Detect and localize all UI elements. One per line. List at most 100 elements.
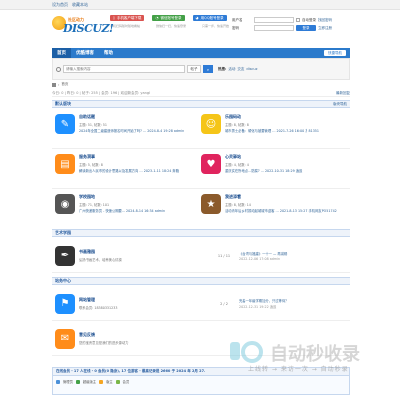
category-title: 艺术学园: [55, 230, 71, 235]
forum-name[interactable]: 意见反馈: [79, 332, 209, 338]
username-label: 用户名: [232, 17, 243, 22]
forum-item[interactable]: ☺ 乐园码动 主题: 8, 帖数: 8 城市男士必备：硬化与被要管理 … 202…: [198, 110, 343, 148]
search-button[interactable]: ⌕: [203, 65, 213, 73]
online-members-panel: 在线会员 - 17 人在线 - 0 会员(0 隐身), 17 位游客 - 最高记…: [52, 367, 350, 395]
forum-stats: 今日: 0 | 昨日: 0 | 帖子: 255 | 会员: 196 | 欢迎新会…: [52, 91, 350, 97]
breadcrumb-home[interactable]: 首页: [61, 82, 68, 87]
forum-item[interactable]: ▤ 服务洞事 主题: 5, 帖数: 8 解读新出人民币的设计思路以及发展方向 ……: [52, 150, 197, 188]
forum-counts: 主题: 5, 帖数: 8: [79, 162, 103, 167]
wechat-icon: ◔: [155, 16, 159, 20]
forum-counts: 主题: 8, 帖数: 14: [225, 202, 251, 207]
legend-label: 版主: [106, 380, 113, 384]
logo-wordmark: DISCUZ!: [63, 22, 114, 35]
hot-word-link[interactable]: discuz: [246, 67, 257, 71]
forum-last-title[interactable]: 《台湾与福建》一十一 — 再减辑: [239, 251, 287, 256]
forum-last-post[interactable]: 活动青年后乡村振动起城城市迎客 … 2021-8-13 15:27 手机网友PO…: [225, 208, 337, 213]
quick-nav-button[interactable]: 快捷导航: [324, 50, 346, 56]
pencil-icon: ✎: [55, 114, 75, 134]
forum-counts: 主题: 71, 帖数: 101: [79, 202, 110, 207]
topbar: 设为首页 收藏本站: [0, 0, 400, 10]
login-button[interactable]: 登录: [296, 25, 316, 31]
category-header-art[interactable]: 艺术学园: [52, 229, 350, 237]
login-form: 用户名 自动登录 找回密码 密码 登录 立即注册: [232, 16, 352, 32]
category-header-admin[interactable]: 站务中心: [52, 277, 350, 285]
forum-name[interactable]: 书画雅园: [79, 249, 209, 255]
site-logo[interactable]: 社区动力 DISCUZ!: [52, 15, 114, 39]
forum-item[interactable]: ★ 我进添看 主题: 8, 帖数: 14 活动青年后乡村振动起城城市迎客 … 2…: [198, 190, 343, 228]
admin-legend-icon: [56, 379, 60, 384]
divider: [52, 148, 350, 149]
forum-reply-counts: 2 / 2: [220, 301, 228, 306]
register-link[interactable]: 立即注册: [318, 26, 332, 31]
forum-name[interactable]: 服务洞事: [79, 154, 179, 160]
forum-name[interactable]: 心灵驿站: [225, 154, 302, 160]
category-header-default[interactable]: 默认版块 版块导航: [52, 100, 350, 108]
wechat-login-button[interactable]: ◔ 微信账号登录: [152, 15, 185, 21]
category-nav-toggle[interactable]: 版块导航: [333, 102, 347, 107]
hot-word-link[interactable]: 交友: [237, 67, 244, 72]
auto-login-label: 自动登录: [302, 17, 316, 22]
forum-row[interactable]: ✒ 书画雅园 弘扬书画艺术，培养美心情操 11 / 11 《台湾与福建》一十一 …: [52, 239, 350, 273]
latest-replies-link[interactable]: 最新回复: [336, 91, 350, 96]
username-input[interactable]: [254, 17, 294, 23]
forum-row[interactable]: ✉ 意见反馈 您的宝贵意见是我们的进步源动力: [52, 322, 350, 356]
document-icon: ▤: [55, 154, 75, 174]
online-legend: 管理员 超级版主 版主 会员: [53, 376, 349, 387]
forum-item[interactable]: ◉ 学校园地 主题: 71, 帖数: 101 广州快递服务员 - 快速公期要..…: [52, 190, 197, 228]
forum-description: 弘扬书画艺术，培养美心情操: [79, 257, 122, 262]
qq-login-button[interactable]: ◕ 用QQ账号登录: [192, 15, 227, 21]
smiley-icon: ☺: [201, 114, 221, 134]
online-header[interactable]: 在线会员 - 17 人在线 - 0 会员(0 隐身), 17 位游客 - 最高记…: [53, 368, 349, 376]
brush-icon: ✒: [55, 245, 75, 266]
forum-row[interactable]: ⚑ 网站管理 联系会员: 18380331233 2 / 2 完善一年级学期加分…: [52, 287, 350, 321]
forum-last-post[interactable]: 广州快递服务员 - 快速公期要... 2024-8-14 16:34 admin: [79, 208, 165, 213]
search-input[interactable]: [63, 65, 185, 73]
forum-name[interactable]: 网站管理: [79, 297, 209, 303]
forum-counts: 主题: 51, 帖数: 51: [79, 122, 107, 127]
phone-icon: ▯: [113, 16, 115, 20]
forum-last-title[interactable]: 完善一年级学期加分，只过等待？: [239, 298, 288, 303]
star-icon: ★: [201, 194, 221, 214]
forum-last-post[interactable]: 解读新出人民币的设计思路以及发展方向 … 2023-1-11 18:24 奔跑: [79, 168, 179, 173]
breadcrumb-sep: ›: [58, 82, 60, 87]
search-bar: 帖子 ⌕ 热搜: 活动 交友 discuz: [52, 58, 350, 80]
stats-text: 今日: 0 | 昨日: 0 | 帖子: 255 | 会员: 196 | 欢迎新会…: [52, 91, 151, 95]
forum-name[interactable]: 学校园地: [79, 194, 165, 200]
divider: [52, 188, 350, 189]
promo-sub-wechat: 微信扫一扫，快速登录: [156, 24, 187, 28]
search-scope-select[interactable]: 帖子: [187, 65, 201, 73]
supermod-legend-icon: [75, 379, 80, 384]
mod-legend-icon: [99, 379, 104, 384]
nav-item-blog[interactable]: 优酷博客: [71, 48, 99, 58]
category-title: 默认版块: [55, 101, 71, 106]
forum-description: 您的宝贵意见是我们的进步源动力: [79, 340, 129, 345]
forum-name[interactable]: 乐园码动: [225, 114, 319, 120]
auto-login-checkbox[interactable]: [296, 18, 300, 22]
bookmark-link[interactable]: 收藏本站: [72, 2, 88, 8]
forum-item[interactable]: ✎ 自助话题 主题: 51, 帖数: 51 2024年全国二级建造师报名时间开始…: [52, 110, 197, 148]
forum-reply-counts: 11 / 11: [217, 253, 231, 258]
forum-last-post[interactable]: 2024年全国二级建造师报名时间开始了吗? … 2024-8-4 19:28 a…: [79, 128, 184, 133]
password-label: 密码: [232, 25, 239, 30]
qq-icon: ◕: [195, 16, 199, 20]
mail-icon: ✉: [55, 328, 75, 349]
breadcrumb: › 首页: [52, 82, 68, 87]
legend-label: 超级版主: [82, 380, 97, 384]
nav-item-help[interactable]: 帮助: [99, 48, 118, 58]
legend-label: 会员: [122, 380, 130, 384]
forum-last-post[interactable]: 重庆实在所地点...防腐? … 2022-10-31 18:29 逍遥: [225, 168, 302, 173]
app-download-button[interactable]: ▯ 手机客户端下载: [110, 15, 145, 21]
home-icon[interactable]: [52, 82, 56, 87]
hot-word-link[interactable]: 活动: [228, 67, 235, 72]
promo-area: ▯ 手机客户端下载 ◔ 微信账号登录 ◕ 用QQ账号登录 手机扫码随时随地看帖 …: [110, 15, 240, 28]
forum-name[interactable]: 自助话题: [79, 114, 184, 120]
forum-name[interactable]: 我进添看: [225, 194, 337, 200]
forgot-password-link[interactable]: 找回密码: [318, 18, 332, 23]
forum-item[interactable]: ♥ 心灵驿站 主题: 4, 帖数: 4 重庆实在所地点...防腐? … 2022…: [198, 150, 343, 188]
password-input[interactable]: [254, 25, 294, 31]
forum-last-post[interactable]: 城市男士必备：硬化与被要管理 … 2021-7-26 16:00 扌81351: [225, 128, 319, 133]
forum-last-when: 2022-12-06 17:08 admin: [239, 256, 281, 261]
set-homepage-link[interactable]: 设为首页: [52, 2, 68, 8]
search-icon: [56, 66, 61, 72]
nav-item-home[interactable]: 首页: [52, 48, 71, 58]
